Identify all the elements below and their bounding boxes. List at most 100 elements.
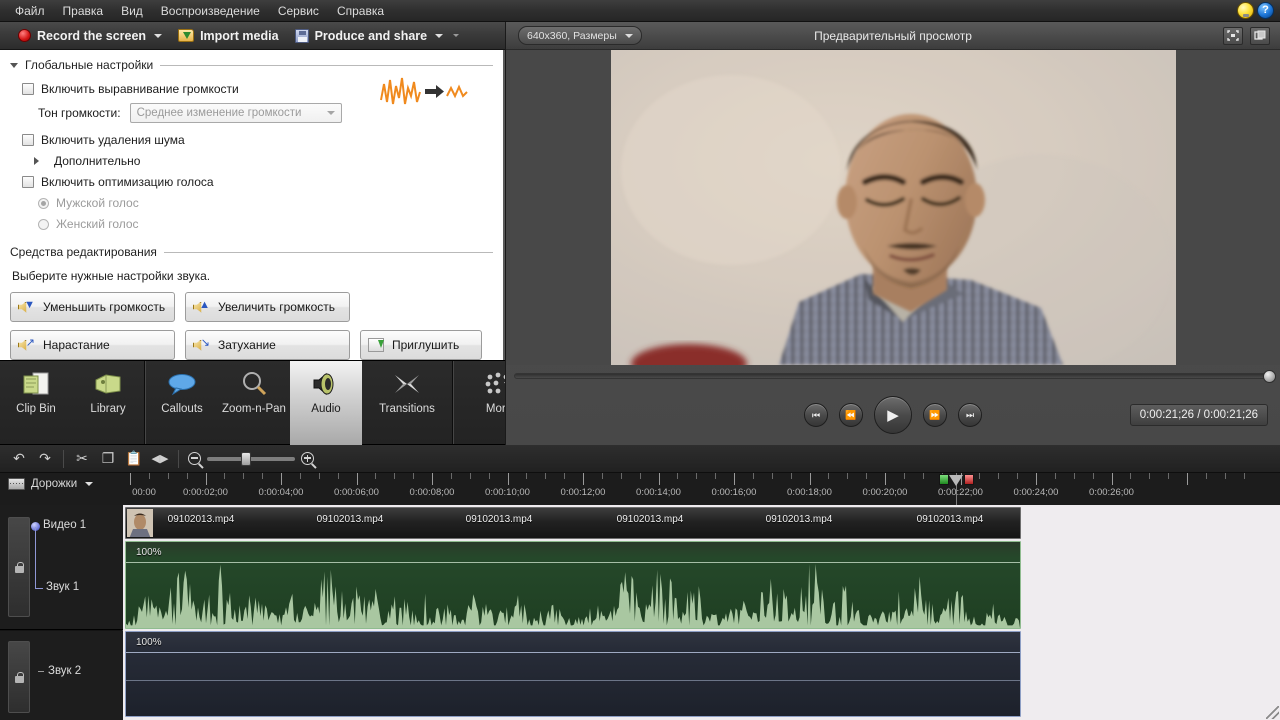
timeline-zoom-slider[interactable] [188, 451, 314, 466]
tab-group-media: Clip Bin Library [0, 361, 145, 444]
increase-volume-button[interactable]: ▲ Увеличить громкость [185, 292, 350, 322]
main-toolbar: Record the screen Import media Produce a… [0, 22, 505, 50]
ruler-minor-tick [337, 473, 339, 479]
fade-in-label: Нарастание [43, 338, 110, 352]
enable-voice-optimization-checkbox[interactable] [22, 176, 34, 188]
import-media-button[interactable]: Import media [170, 24, 287, 48]
play-icon[interactable]: ▶ [874, 396, 912, 434]
chevron-down-icon[interactable] [326, 111, 335, 115]
undo-icon[interactable]: ↶ [6, 448, 32, 470]
ruler-minor-tick [186, 473, 188, 479]
ruler-major-tick [809, 473, 811, 485]
preview-scrubber[interactable] [506, 365, 1280, 387]
scrubber-handle[interactable] [1263, 370, 1276, 383]
tab-clip-bin[interactable]: Clip Bin [0, 361, 72, 446]
decrease-volume-button[interactable]: ▼ Уменьшить громкость [10, 292, 175, 322]
menu-item-edit[interactable]: Правка [54, 2, 113, 20]
track-link-elbow [35, 588, 43, 589]
ruler-major-tick [281, 473, 282, 485]
chevron-down-icon[interactable] [85, 482, 94, 486]
volume-line[interactable] [126, 652, 1020, 653]
zoom-in-icon[interactable] [301, 452, 314, 465]
track-header-group-1[interactable]: Видео 1 Звук 1 [0, 505, 123, 630]
expand-arrow-icon[interactable] [34, 157, 39, 165]
record-screen-button[interactable]: Record the screen [10, 24, 170, 48]
enable-volume-leveling-checkbox[interactable] [22, 83, 34, 95]
silence-button[interactable]: Приглушить [360, 330, 482, 360]
chevron-down-icon[interactable] [154, 33, 163, 38]
volume-tone-select[interactable]: Среднее изменение громкости [129, 103, 342, 123]
menu-item-view[interactable]: Вид [112, 2, 152, 20]
zoom-out-icon[interactable] [188, 452, 201, 465]
ruler-label: 0:00:08;00 [409, 487, 455, 498]
tab-zoom-n-pan[interactable]: Zoom-n-Pan [218, 361, 290, 446]
fullscreen-icon[interactable] [1223, 26, 1243, 45]
male-voice-row[interactable]: Мужской голос [38, 196, 493, 210]
female-voice-row[interactable]: Женский голос [38, 217, 493, 231]
zoom-slider-handle[interactable] [241, 451, 251, 466]
skip-forward-icon[interactable]: ⏭ [958, 403, 982, 427]
tab-audio[interactable]: Audio [290, 361, 362, 446]
split-icon[interactable]: ◀▶ [147, 448, 173, 470]
zoom-slider-track[interactable] [207, 451, 295, 466]
produce-share-label: Produce and share [314, 28, 428, 43]
global-settings-title: Глобальные настройки [25, 58, 154, 72]
speaker-fade-in-icon: ↗ [18, 337, 35, 353]
ruler-minor-tick [148, 473, 150, 479]
audio-clip-2[interactable]: 100% [125, 631, 1021, 717]
toolbar-overflow-icon[interactable] [453, 34, 460, 37]
tab-transitions[interactable]: Transitions [362, 361, 452, 446]
volume-leveling-waveform-icon [380, 77, 468, 105]
detach-window-icon[interactable] [1250, 26, 1270, 45]
male-voice-radio[interactable] [38, 197, 49, 209]
global-settings-header[interactable]: Глобальные настройки [10, 58, 493, 72]
tab-callouts-label: Callouts [161, 403, 203, 415]
enable-noise-removal-checkbox[interactable] [22, 134, 34, 146]
video-clip[interactable]: 09102013.mp4 09102013.mp4 09102013.mp4 0… [125, 507, 1021, 539]
track-lock-button-2[interactable] [8, 641, 30, 713]
skip-back-icon[interactable]: ⏮ [804, 403, 828, 427]
enable-noise-removal-row[interactable]: Включить удаления шума [22, 133, 493, 147]
cut-icon[interactable]: ✂ [69, 448, 95, 470]
produce-share-button[interactable]: Produce and share [287, 24, 452, 48]
editing-tools-header: Средства редактирования [10, 245, 493, 259]
help-icon[interactable]: ? [1257, 2, 1274, 19]
track-name-audio-1: Звук 1 [46, 581, 80, 593]
redo-icon[interactable]: ↷ [32, 448, 58, 470]
scrubber-track[interactable] [514, 370, 1276, 383]
timeline-resize-grip[interactable] [1266, 706, 1279, 719]
female-voice-label: Женский голос [56, 217, 139, 231]
track-lock-button-1[interactable] [8, 517, 30, 617]
ruler-minor-tick [167, 473, 169, 479]
timeline-ruler[interactable]: 00:00 0:00:02;00 0:00:04;00 0:00:06;00 0:00:… [123, 473, 1280, 505]
audio-clip-1[interactable]: 100% [125, 541, 1021, 629]
menu-item-file[interactable]: Файл [6, 2, 54, 20]
timeline-clips-area[interactable]: 09102013.mp4 09102013.mp4 09102013.mp4 0… [123, 505, 1280, 720]
video-preview-frame[interactable] [610, 50, 1176, 365]
fade-in-button[interactable]: ↗ Нарастание [10, 330, 175, 360]
rewind-icon[interactable]: ⏪ [839, 403, 863, 427]
female-voice-radio[interactable] [38, 218, 49, 230]
tab-callouts[interactable]: Callouts [146, 361, 218, 446]
fast-forward-icon[interactable]: ⏩ [923, 403, 947, 427]
fade-out-button[interactable]: ↘ Затухание [185, 330, 350, 360]
tab-library[interactable]: Library [72, 361, 144, 446]
collapse-arrow-icon[interactable] [10, 62, 18, 68]
copy-icon[interactable]: ❐ [95, 448, 121, 470]
ruler-minor-tick [469, 473, 471, 479]
import-media-label: Import media [200, 28, 279, 43]
menu-item-tools[interactable]: Сервис [269, 2, 328, 20]
lock-icon [14, 671, 24, 683]
enable-voice-optimization-row[interactable]: Включить оптимизацию голоса [22, 175, 493, 189]
lightbulb-icon[interactable] [1237, 2, 1254, 19]
preview-stage [506, 50, 1280, 365]
divider [163, 251, 493, 253]
clip-bin-icon [18, 369, 54, 399]
advanced-row[interactable]: Дополнительно [34, 154, 493, 168]
chevron-down-icon[interactable] [435, 33, 444, 38]
paste-icon[interactable]: 📋 [121, 448, 147, 470]
ruler-major-tick [432, 473, 433, 485]
track-header-group-2[interactable]: Звук 2 [0, 631, 123, 720]
menu-item-help[interactable]: Справка [328, 2, 393, 20]
menu-item-playback[interactable]: Воспроизведение [152, 2, 269, 20]
